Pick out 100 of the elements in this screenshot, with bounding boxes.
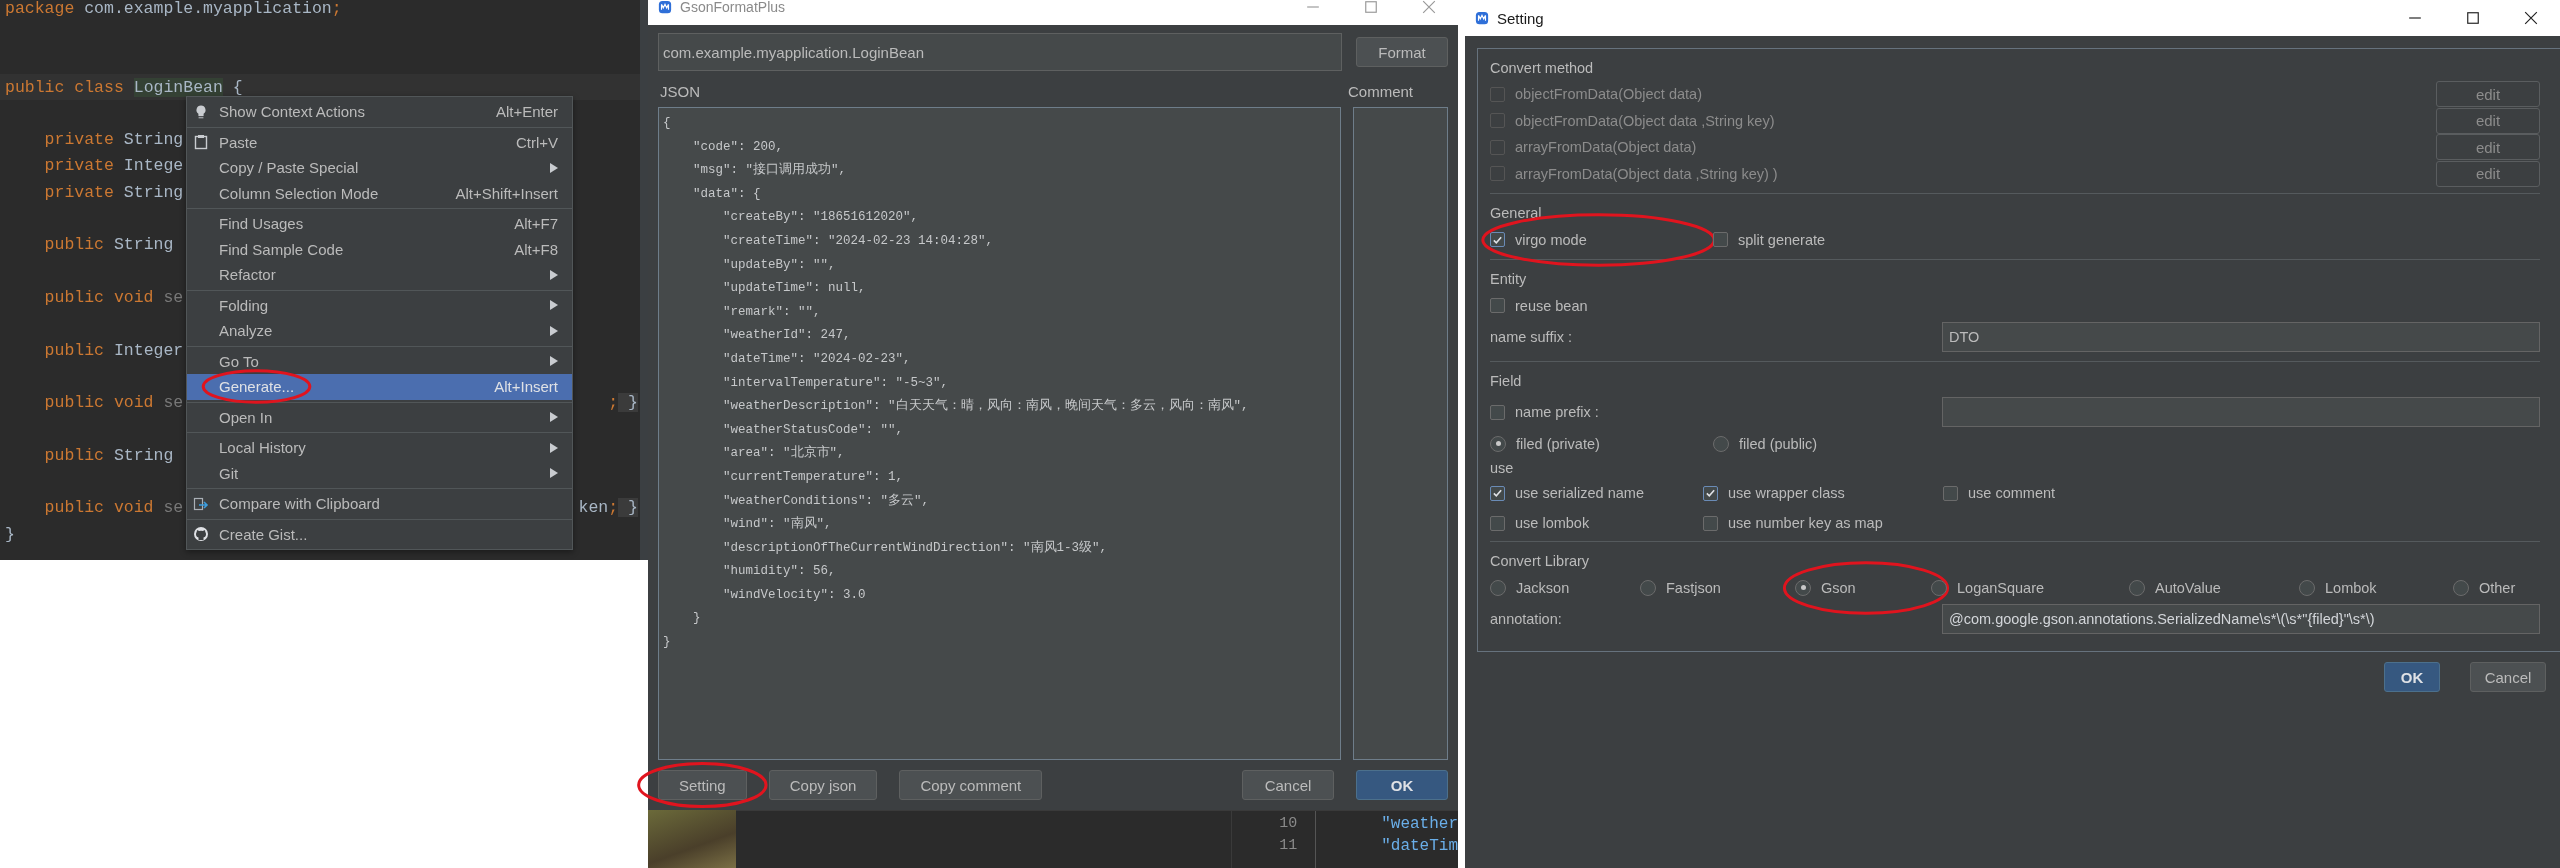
code-line: public Integer (43, 340, 184, 360)
name-prefix-field[interactable] (1942, 397, 2540, 427)
dialog-button[interactable]: OK (2384, 662, 2440, 692)
option-label: virgo mode (1515, 231, 1587, 248)
radio-button[interactable] (1490, 579, 1506, 596)
code-line: public void se (43, 393, 184, 413)
menu-item[interactable]: Show Context Actions Alt+Enter (187, 99, 572, 125)
option-label: reuse bean (1515, 297, 1588, 314)
menu-item[interactable]: Create Gist... (187, 521, 572, 547)
menu-item[interactable]: Local History (187, 435, 572, 461)
menu-item[interactable]: Copy / Paste Special (187, 155, 572, 181)
checkbox[interactable] (1703, 485, 1718, 501)
code-line: private String (43, 130, 184, 150)
checkbox[interactable] (1490, 232, 1505, 247)
option-label: use wrapper class (1728, 485, 1845, 501)
option-label: use serialized name (1515, 485, 1644, 501)
option-label: arrayFromData(Object data) (1515, 139, 1697, 156)
radio-button[interactable] (2129, 579, 2145, 596)
line-number: 10 (1279, 815, 1298, 834)
section-title: Convert Library (1490, 552, 1591, 571)
radio-button[interactable] (1713, 435, 1729, 452)
option-label: use lombok (1515, 515, 1590, 531)
dialog-button[interactable]: Cancel (1242, 770, 1334, 800)
format-button[interactable]: Format (1356, 37, 1448, 67)
checkbox[interactable] (1703, 515, 1718, 531)
line-number: 11 (1279, 837, 1298, 856)
group-label: use (1490, 459, 1515, 478)
dialog-button[interactable]: Copy json (768, 770, 878, 800)
menu-item[interactable]: Git (187, 460, 572, 486)
lightbulb-icon (193, 103, 209, 120)
comment-text-area[interactable] (1353, 107, 1448, 760)
close-icon[interactable] (2524, 11, 2538, 25)
github-icon (193, 526, 209, 543)
code-line: public class LoginBean { (5, 77, 243, 97)
section-title: General (1490, 204, 1543, 223)
dialog-button[interactable]: Cancel (2470, 662, 2546, 692)
code-line: public void se (43, 287, 184, 307)
clipboard-icon (193, 134, 209, 151)
menu-item[interactable]: Open In (187, 404, 572, 430)
maximize-icon[interactable] (2466, 11, 2480, 25)
checkbox[interactable] (1713, 232, 1728, 247)
dialog-button[interactable]: OK (1356, 770, 1448, 800)
comment-label: Comment (1348, 82, 1415, 100)
menu-item[interactable]: Compare with Clipboard (187, 491, 572, 517)
section-title: Entity (1490, 270, 1528, 289)
code-line: public void se (43, 498, 184, 518)
dialog-button[interactable]: Copy comment (899, 770, 1043, 800)
option-label: arrayFromData(Object data ,String key) ) (1515, 165, 1778, 182)
radio-button[interactable] (1931, 579, 1947, 596)
code-fragment: ken; } (578, 498, 638, 518)
menu-item[interactable]: Paste Ctrl+V (187, 129, 572, 155)
code-line: private String (43, 182, 184, 202)
code-line: public String (43, 235, 174, 255)
menu-item[interactable]: Analyze (187, 318, 572, 344)
json-label: JSON (659, 82, 701, 100)
option-label: LoganSquare (1957, 579, 2045, 596)
dialog-button[interactable]: Setting (658, 770, 747, 800)
menu-item[interactable]: Find Sample Code Alt+F8 (187, 236, 572, 262)
menu-item[interactable]: Refactor (187, 262, 572, 288)
radio-button[interactable] (1490, 435, 1506, 452)
radio-button[interactable] (2299, 579, 2315, 596)
option-label: filed (public) (1739, 435, 1818, 452)
code-line: "dateTim (1381, 837, 1458, 857)
option-label: Other (2479, 579, 2516, 596)
field-label: annotation: (1490, 611, 1563, 627)
checkbox[interactable] (1490, 515, 1505, 531)
checkbox[interactable] (1943, 485, 1958, 501)
checkbox[interactable] (1490, 485, 1505, 501)
radio-button[interactable] (1795, 579, 1811, 596)
checkbox[interactable] (1490, 404, 1505, 420)
name-suffix-field[interactable]: DTO (1942, 322, 2540, 352)
window-title: GsonFormatPlus (680, 0, 786, 14)
menu-item[interactable]: Folding (187, 292, 572, 318)
radio-button[interactable] (2453, 579, 2469, 596)
app-icon (1475, 11, 1489, 25)
option-label: AutoValue (2155, 579, 2221, 596)
checkbox[interactable] (1490, 298, 1505, 313)
compare-icon (193, 495, 209, 512)
option-label: objectFromData(Object data) (1515, 86, 1702, 103)
option-label: name prefix : (1515, 404, 1599, 420)
annotation-field[interactable]: @com.google.gson.annotations.SerializedName\s*\(\s*"{filed}"\s*\) (1942, 604, 2540, 634)
code-line: public String (43, 445, 174, 465)
field-label: name suffix : (1490, 329, 1573, 345)
option-label: objectFromData(Object data ,String key) (1515, 112, 1775, 129)
class-name-field[interactable]: com.example.myapplication.LoginBean (658, 33, 1342, 71)
code-line: "weather (1381, 815, 1458, 835)
menu-item[interactable]: Go To (187, 348, 572, 374)
code-line: private Intege (43, 156, 184, 176)
section-title: Convert method (1490, 59, 1595, 78)
option-label: Gson (1821, 579, 1856, 596)
section-title: Field (1490, 372, 1523, 391)
menu-item[interactable]: Find Usages Alt+F7 (187, 211, 572, 237)
option-label: use number key as map (1728, 515, 1883, 531)
menu-item[interactable]: Column Selection Mode Alt+Shift+Insert (187, 180, 572, 206)
code-line: } (5, 524, 15, 544)
radio-button[interactable] (1640, 579, 1656, 596)
option-label: Fastjson (1666, 579, 1721, 596)
option-label: Jackson (1516, 579, 1570, 596)
json-text-area[interactable]: { "code": 200, "msg": "接口调用成功", "data": { "createBy": "18651612020", "createTime": "2024-02-23 14:04:28", "updateBy": "", "updateTime": null, "remark": "", "weatherId": 247, "dateTime": "2024-02-23", "intervalTemperature": "-5~3", "weatherDescription": "白天天气：晴，风向：南风，晚间天气：多云，风向：南风", "weatherStatusCode": "", "area": "北京市", "currentTemperature": 1, "weatherConditions": "多云", "wind": "南风", "descriptionOfTheCurrentWindDirection": "南风1-3级", "humidity": 56, "windVelocity": 3.0 } } (658, 107, 1341, 760)
option-label: split generate (1738, 231, 1826, 248)
